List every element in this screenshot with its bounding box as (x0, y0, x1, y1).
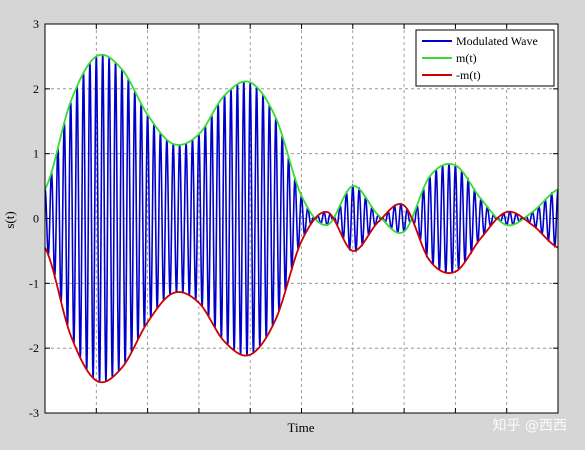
y-tick-label: 2 (33, 82, 39, 96)
watermark: 知乎 @西西 (493, 417, 567, 434)
y-tick-label: 0 (33, 212, 39, 226)
legend-label-neg-m: -m(t) (456, 68, 481, 82)
figure: -3 -2 -1 0 1 2 3 Time s(t) Modulated Wave m(t)… (0, 0, 585, 450)
y-tick-label: -1 (29, 276, 39, 290)
y-tick-label: 3 (33, 17, 39, 31)
legend-label-m: m(t) (456, 51, 477, 65)
x-axis-label: Time (288, 420, 315, 435)
y-tick-label: -3 (29, 406, 39, 420)
y-axis-label: s(t) (2, 211, 17, 228)
y-tick-label: -2 (29, 341, 39, 355)
legend-label-modulated-wave: Modulated Wave (456, 34, 538, 48)
y-tick-label: 1 (33, 147, 39, 161)
legend: Modulated Wave m(t) -m(t) (415, 29, 555, 87)
